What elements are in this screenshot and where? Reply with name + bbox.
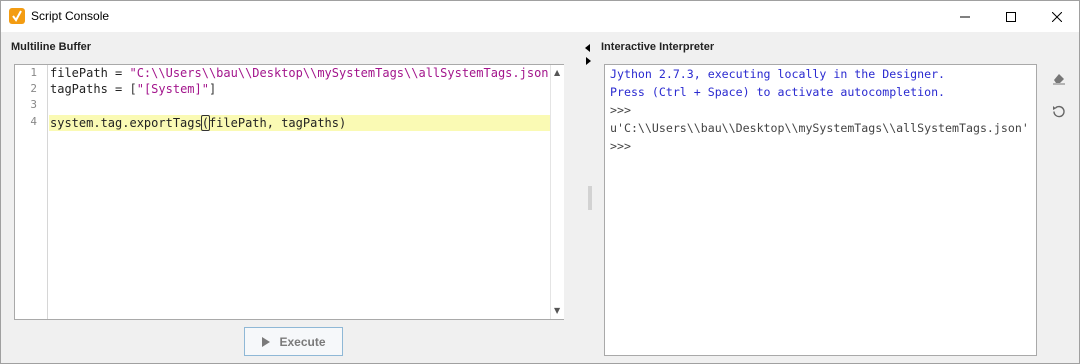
console-line: Jython 2.7.3, executing locally in the D… [610, 67, 946, 81]
line-number: 3 [30, 98, 37, 111]
code-bracket: ] [208, 82, 217, 96]
multiline-buffer-label: Multiline Buffer [11, 41, 92, 53]
splitter-grip-icon[interactable] [588, 186, 592, 214]
window-title: Script Console [31, 9, 110, 23]
line-number: 2 [30, 82, 37, 95]
minimize-button[interactable] [942, 1, 988, 32]
code-line-4: system.tag.exportTags(filePath, tagPaths… [50, 115, 346, 131]
code-token: filePath = [50, 66, 130, 80]
minimize-icon [960, 16, 970, 17]
line-number: 4 [30, 115, 37, 128]
code-bracket: [ [129, 82, 137, 96]
console-line: Press (Ctrl + Space) to activate autocom… [610, 85, 946, 99]
close-button[interactable] [1034, 1, 1080, 32]
reset-interpreter-button[interactable] [1050, 102, 1068, 120]
scroll-down-icon[interactable]: ▼ [554, 306, 560, 315]
reset-icon [1053, 105, 1065, 118]
interactive-interpreter-label: Interactive Interpreter [601, 41, 715, 53]
scroll-up-icon[interactable]: ▲ [554, 68, 560, 77]
execute-button[interactable]: Execute [244, 327, 343, 356]
line-number-gutter: 1 2 3 4 [15, 65, 48, 319]
code-string: "[System]" [136, 82, 209, 96]
eraser-icon [1053, 74, 1065, 85]
code-string: "C:\\Users\\bau\\Desktop\\mySystemTags\\… [129, 66, 556, 80]
interpreter-output[interactable]: Jython 2.7.3, executing locally in the D… [604, 64, 1037, 356]
maximize-button[interactable] [988, 1, 1034, 32]
splitter-arrows[interactable] [584, 43, 592, 66]
code-token: tagPaths = [50, 82, 130, 96]
execute-button-label: Execute [279, 334, 326, 349]
clear-console-button[interactable] [1050, 69, 1068, 87]
multiline-buffer-editor[interactable]: 1 2 3 4 filePath = "C:\\Users\\bau\\Desk… [14, 64, 564, 320]
code-token: system.tag.exportTags [50, 116, 202, 130]
maximize-icon [1006, 11, 1016, 22]
title-bar: Script Console [1, 1, 1079, 32]
ignition-app-icon [9, 8, 25, 24]
collapse-right-icon[interactable] [584, 56, 592, 66]
collapse-left-icon[interactable] [584, 43, 592, 53]
close-icon [1052, 11, 1062, 22]
console-prompt: >>> [610, 139, 631, 153]
code-line-2: tagPaths = ["[System]"] [50, 82, 216, 96]
console-line: u'C:\\Users\\bau\\Desktop\\mySystemTags\… [610, 121, 1029, 135]
code-line-1: filePath = "C:\\Users\\bau\\Desktop\\myS… [50, 66, 556, 80]
line-number: 1 [30, 66, 37, 79]
code-token: filePath, tagPaths) [208, 116, 347, 130]
play-icon [262, 336, 271, 347]
console-prompt: >>> [610, 103, 631, 117]
editor-vertical-scrollbar[interactable]: ▲ ▼ [550, 65, 564, 319]
script-console-window: Script Console Multiline Buffer 1 2 3 4 … [0, 0, 1080, 364]
